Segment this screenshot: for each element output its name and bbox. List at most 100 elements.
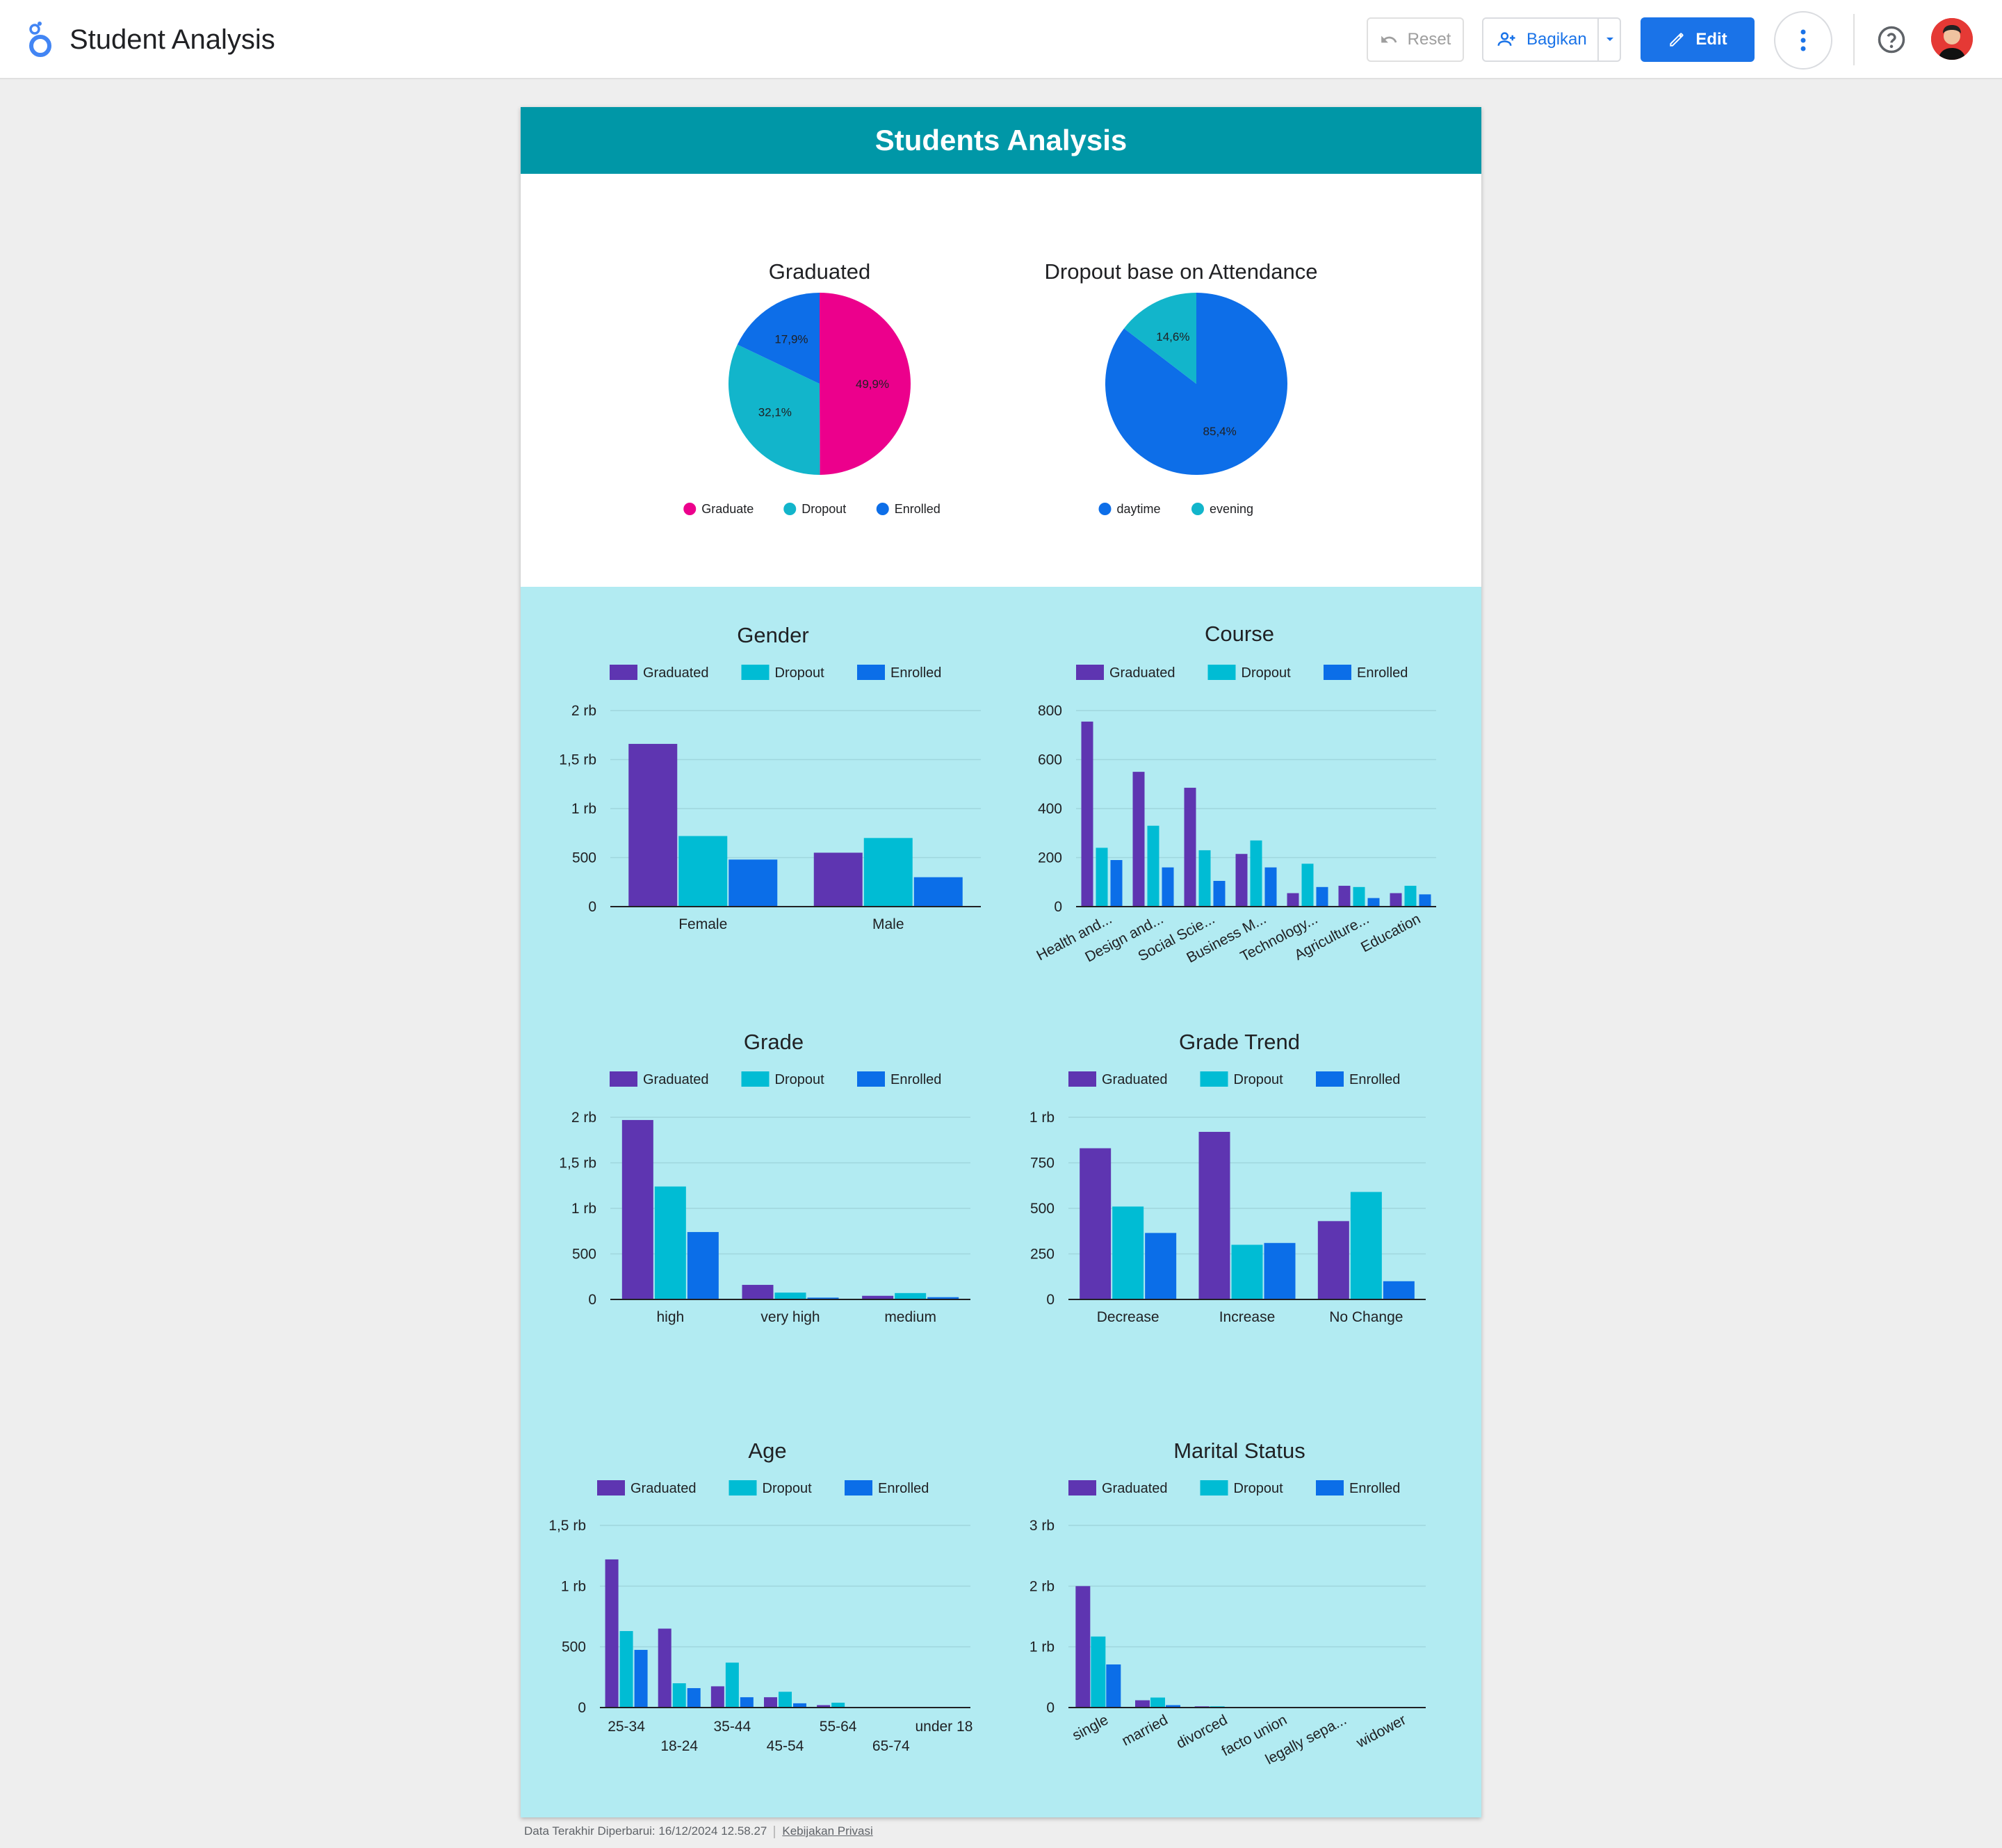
edit-button[interactable]: Edit	[1641, 17, 1755, 62]
reset-button[interactable]: Reset	[1367, 17, 1464, 62]
share-options-dropdown[interactable]	[1599, 17, 1621, 62]
y-tick-label: 1 rb	[571, 1201, 596, 1217]
y-tick-label: 600	[1038, 752, 1062, 768]
bar-graduated-35-44	[710, 1686, 724, 1708]
report-name[interactable]: Student Analysis	[70, 21, 275, 58]
legend-label: Enrolled	[1349, 1481, 1400, 1496]
bar-dropout-very-high	[774, 1292, 806, 1299]
caret-down-icon	[1606, 38, 1613, 41]
bar-graduated-technology	[1287, 893, 1299, 907]
legend-swatch-graduated	[610, 665, 637, 680]
legend-swatch-enrolled	[845, 1480, 872, 1496]
x-tick-label: very high	[760, 1309, 820, 1325]
y-tick-label: 0	[588, 899, 596, 915]
graduated-pie-chart[interactable]: Graduated 49,9% 32,1% 17,9% Graduate Dropout E…	[681, 253, 959, 531]
y-tick-label: 200	[1038, 850, 1062, 866]
x-tick-label: under 18	[915, 1719, 972, 1735]
report-footer: Data Terakhir Diperbarui: 16/12/2024 12.…	[524, 1824, 873, 1838]
legend-label: Enrolled	[890, 1072, 941, 1087]
y-tick-label: 1 rb	[1030, 1639, 1055, 1655]
chart-title: Dropout base on Attendance	[1045, 259, 1318, 284]
bar-dropout-35-44	[725, 1662, 739, 1708]
x-tick-label: 65-74	[872, 1738, 910, 1754]
pie-data-label: 14,6%	[1156, 330, 1189, 343]
bar-dropout-health-and	[1096, 848, 1108, 907]
more-options-button[interactable]	[1774, 11, 1832, 70]
gender-bar-chart[interactable]: Gender Graduated Dropout Enrolled 0 500 1 rb 1,…	[542, 608, 1000, 1060]
grade-bar-chart[interactable]: Grade Graduated Dropout Enrolled 0 500 1 rb 1,5…	[542, 1014, 1000, 1459]
bar-dropout-45-54	[779, 1692, 792, 1708]
looker-studio-logo-icon[interactable]	[26, 21, 54, 58]
y-tick-label: 800	[1038, 703, 1062, 719]
legend-label: daytime	[1117, 502, 1161, 516]
legend-marker-evening	[1191, 503, 1204, 515]
bar-graduated-female	[628, 743, 678, 907]
y-tick-label: 1 rb	[561, 1578, 586, 1594]
bar-dropout-18-24	[672, 1683, 686, 1708]
y-tick-label: 2 rb	[1030, 1578, 1055, 1594]
legend-label: Dropout	[1242, 665, 1292, 681]
legend-swatch-dropout	[729, 1480, 757, 1496]
more-vert-icon	[1800, 29, 1806, 51]
y-tick-label: 500	[1030, 1201, 1055, 1217]
privacy-policy-link[interactable]: Kebijakan Privasi	[782, 1824, 872, 1838]
x-tick-label: 35-44	[713, 1719, 751, 1735]
footer-separator	[774, 1825, 776, 1838]
legend-label: Graduate	[701, 502, 754, 516]
last-updated-text: Data Terakhir Diperbarui: 16/12/2024 12.…	[524, 1824, 767, 1838]
bar-dropout-25-34	[619, 1630, 633, 1708]
legend-swatch-graduated	[1076, 665, 1104, 680]
bar-dropout-high	[654, 1186, 686, 1299]
legend-label: Dropout	[1234, 1072, 1284, 1087]
x-tick-label: No Change	[1329, 1309, 1403, 1325]
bar-dropout-male	[863, 838, 913, 907]
legend-swatch-graduated	[1068, 1071, 1096, 1087]
legend-swatch-dropout	[1207, 665, 1236, 680]
y-tick-label: 0	[1046, 1700, 1055, 1716]
legend-swatch-dropout	[1200, 1480, 1228, 1496]
y-tick-label: 1,5 rb	[559, 752, 596, 768]
bar-graduated-single	[1075, 1586, 1091, 1708]
age-bar-chart[interactable]: Age Graduated Dropout Enrolled 0 500 1 rb 1,5 r…	[542, 1423, 1000, 1813]
legend-swatch-enrolled	[1316, 1480, 1344, 1496]
y-tick-label: 750	[1030, 1156, 1055, 1172]
bar-graduated-education	[1390, 893, 1402, 907]
bar-graduated-25-34	[605, 1559, 619, 1708]
user-avatar[interactable]	[1931, 18, 1973, 60]
bar-enrolled-25-34	[634, 1650, 648, 1708]
grade-trend-bar-chart[interactable]: Grade Trend Graduated Dropout Enrolled 0 250 5…	[1007, 1014, 1473, 1459]
legend-swatch-graduated	[1068, 1480, 1096, 1496]
y-tick-label: 0	[1046, 1292, 1055, 1308]
marital-status-bar-chart[interactable]: Marital Status Graduated Dropout Enrolled 0 1…	[1007, 1423, 1473, 1813]
bar-enrolled-design-and	[1162, 867, 1174, 907]
help-icon[interactable]	[1877, 25, 1906, 54]
legend-swatch-enrolled	[1316, 1071, 1344, 1087]
course-bar-chart[interactable]: Course Graduated Dropout Enrolled 0 200 400 600…	[1007, 608, 1473, 1060]
y-tick-label: 500	[572, 850, 596, 866]
chart-title: Marital Status	[1173, 1438, 1305, 1463]
bar-enrolled-education	[1419, 894, 1431, 907]
y-tick-label: 250	[1030, 1247, 1055, 1263]
bar-enrolled-health-and	[1110, 860, 1123, 907]
bar-enrolled-single	[1106, 1664, 1121, 1708]
bar-dropout-single	[1091, 1636, 1106, 1708]
x-tick-label: married	[1119, 1712, 1171, 1749]
pencil-icon	[1670, 33, 1684, 47]
x-tick-label: Increase	[1219, 1309, 1276, 1325]
bar-graduated-male	[813, 852, 863, 907]
legend-label: Dropout	[775, 665, 825, 681]
legend-swatch-dropout	[741, 1071, 770, 1087]
share-label: Bagikan	[1527, 30, 1587, 49]
x-tick-label: 45-54	[767, 1738, 804, 1754]
report-canvas: Students Analysis Graduated 49,9% 32,1% 17,…	[521, 107, 1481, 1817]
bar-dropout-female	[678, 836, 728, 907]
legend-swatch-enrolled	[857, 1071, 885, 1087]
bar-graduated-business-m	[1235, 854, 1248, 907]
attendance-pie-chart[interactable]: Dropout base on Attendance 85,4% 14,6% dayt…	[1021, 253, 1341, 531]
bar-enrolled-no-change	[1383, 1281, 1415, 1299]
bar-dropout-business-m	[1250, 840, 1262, 907]
bar-graduated-decrease	[1080, 1148, 1112, 1299]
pie-data-label: 85,4%	[1203, 425, 1237, 438]
y-tick-label: 1 rb	[571, 801, 596, 817]
pie-data-label: 49,9%	[856, 378, 889, 391]
